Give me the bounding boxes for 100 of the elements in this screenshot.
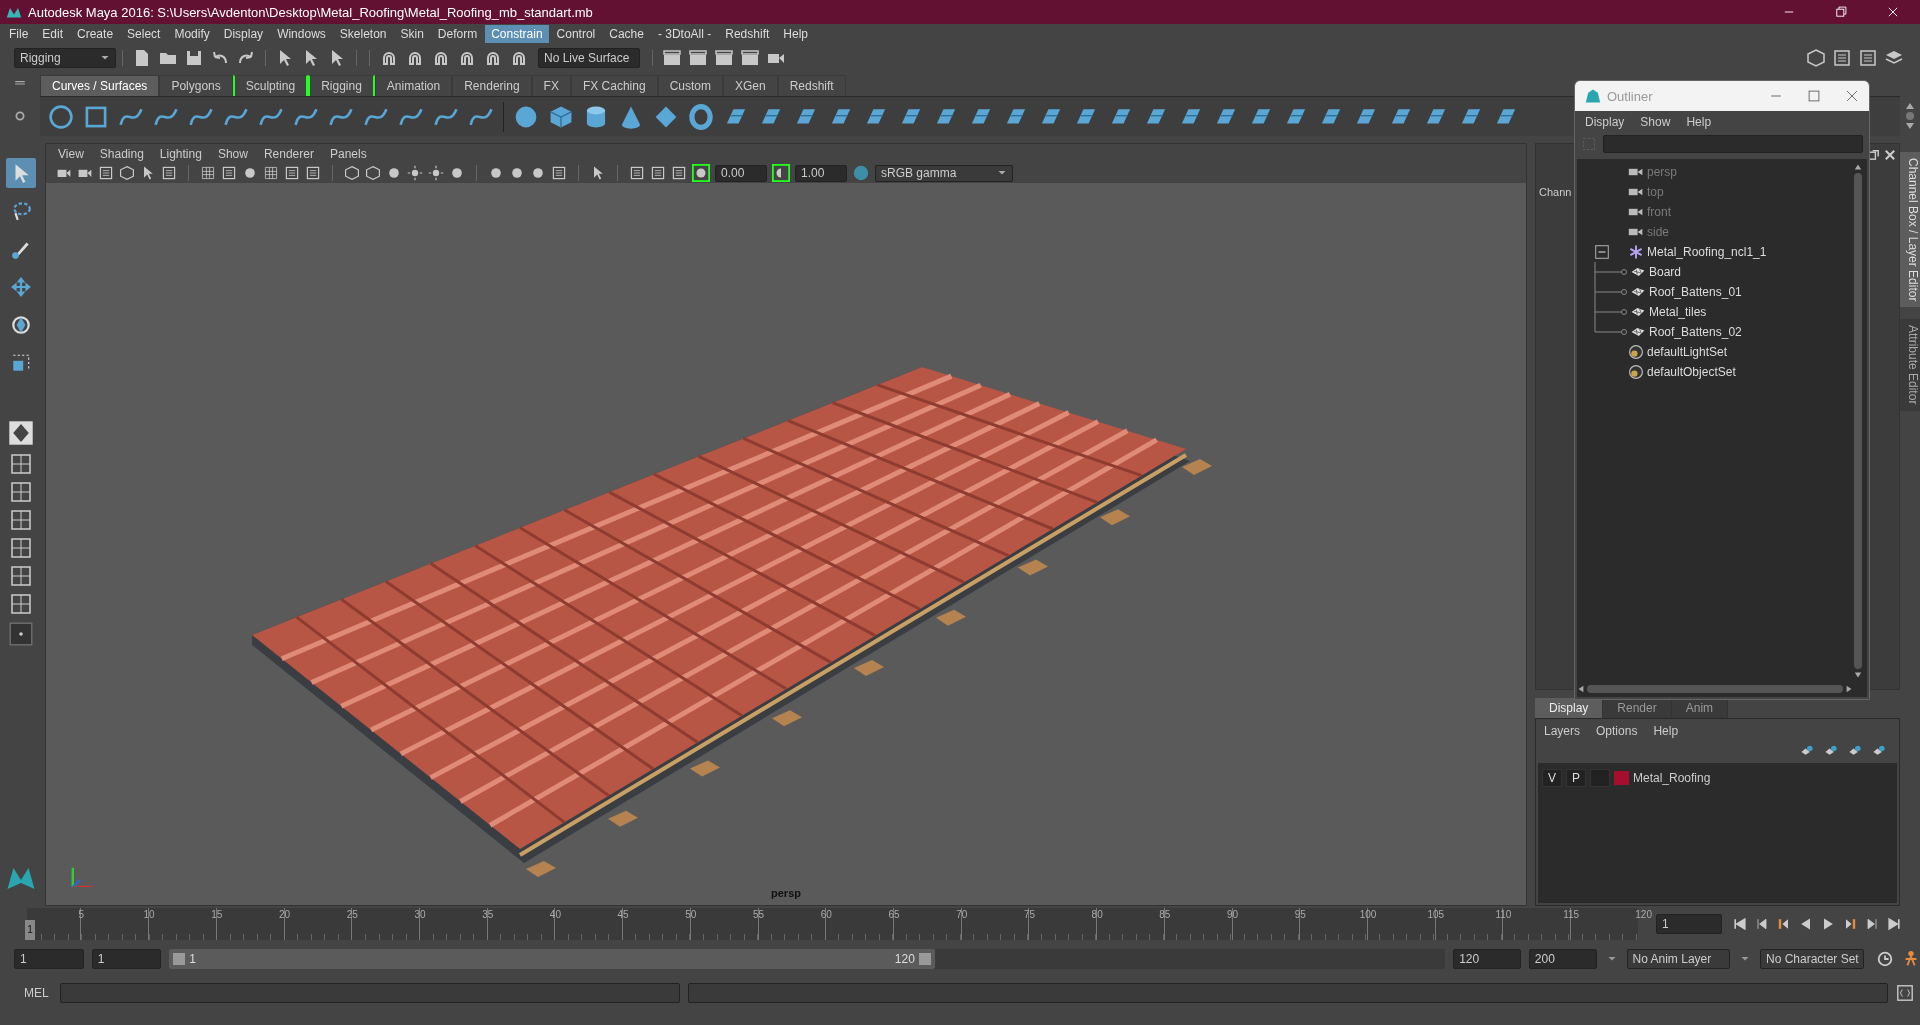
end-frame-field[interactable]: 200 — [1528, 949, 1597, 969]
panel-icon[interactable] — [284, 165, 300, 181]
character-set-dropdown[interactable]: No Character Set — [1760, 949, 1864, 969]
exposure-icon[interactable] — [692, 164, 710, 182]
cube-icon[interactable] — [119, 165, 135, 181]
shelf-tab[interactable]: Custom — [657, 75, 723, 96]
sphere-icon[interactable] — [449, 165, 465, 181]
viewport-menu[interactable]: Shading — [99, 146, 144, 161]
restore-icon[interactable] — [1834, 5, 1848, 19]
panel-icon[interactable] — [671, 165, 687, 181]
panel-icon[interactable] — [629, 165, 645, 181]
shelf-tab[interactable]: FX Caching — [570, 75, 658, 96]
panel-icon[interactable] — [650, 165, 666, 181]
clapboard-icon[interactable] — [662, 48, 682, 68]
shelf-tab[interactable]: Animation — [374, 75, 453, 96]
panel-icon[interactable] — [161, 165, 177, 181]
save-icon[interactable] — [184, 48, 204, 68]
playback-toggle[interactable]: P — [1566, 769, 1586, 787]
sphere-icon[interactable] — [530, 165, 546, 181]
panel-icon[interactable] — [98, 165, 114, 181]
clapboard-icon[interactable] — [714, 48, 734, 68]
layout-icon[interactable] — [9, 594, 33, 614]
grid-icon[interactable] — [200, 165, 216, 181]
menu-item[interactable]: Create — [71, 25, 120, 43]
shelf-tab[interactable]: Redshift — [777, 75, 846, 96]
item-label[interactable]: Roof_Battens_01 — [1649, 285, 1742, 299]
step-back-icon[interactable] — [1754, 916, 1770, 932]
layer-menu[interactable]: Help — [1653, 724, 1679, 738]
menu-item[interactable]: Select — [121, 25, 167, 43]
item-label[interactable]: Roof_Battens_02 — [1649, 325, 1742, 339]
exposure-field[interactable]: 0.00 — [715, 164, 767, 182]
shelf-tab[interactable]: Rigging — [308, 75, 375, 96]
scroll-arrows-icon[interactable] — [1904, 101, 1916, 131]
command-input-field[interactable] — [60, 983, 680, 1003]
shelf-tab[interactable]: FX — [531, 75, 571, 96]
start-frame-field[interactable]: 1 — [14, 949, 84, 969]
menu-item[interactable]: Deform — [431, 25, 484, 43]
live-surface-field[interactable]: No Live Surface — [538, 48, 640, 68]
circle-icon[interactable] — [48, 103, 74, 130]
slider-handle[interactable] — [173, 953, 186, 965]
sphere-icon[interactable] — [488, 165, 504, 181]
mode-dropdown[interactable]: Rigging — [14, 48, 116, 68]
shelf-tab[interactable]: Curves / Surfaces — [40, 75, 160, 96]
skip-to-end-icon[interactable] — [1886, 916, 1902, 932]
item-label[interactable]: Board — [1649, 265, 1682, 279]
item-label[interactable]: defaultLightSet — [1647, 345, 1728, 359]
float-icon[interactable] — [1867, 148, 1881, 162]
layer-color-swatch[interactable] — [1614, 771, 1629, 785]
menu-item[interactable]: - 3DtoAll - — [651, 25, 718, 43]
shelf-tab[interactable]: XGen — [722, 75, 778, 96]
light-icon[interactable] — [407, 165, 423, 181]
menu-item[interactable]: Control — [550, 25, 602, 43]
settings-icon[interactable] — [14, 110, 26, 122]
viewport-menu[interactable]: View — [58, 146, 84, 161]
panel-icon[interactable] — [221, 165, 237, 181]
menu-item[interactable]: Windows — [271, 25, 332, 43]
viewport-menu[interactable]: Renderer — [263, 146, 314, 161]
collapse-icon[interactable] — [1595, 245, 1609, 259]
shelf-tab[interactable]: Rendering — [452, 75, 532, 96]
clapboard-icon[interactable] — [688, 48, 708, 68]
gamma-field[interactable]: 1.00 — [795, 164, 847, 182]
search-field[interactable] — [1603, 135, 1863, 153]
range-slider[interactable]: 1 120 — [169, 949, 1446, 969]
horizontal-scrollbar[interactable] — [1577, 683, 1853, 695]
menu-item[interactable]: Display — [217, 25, 270, 43]
layer-editor-tab[interactable]: Render — [1603, 698, 1672, 718]
viewport-menu[interactable]: Show — [217, 146, 248, 161]
close-icon[interactable] — [1845, 89, 1859, 103]
layer-menu[interactable]: Options — [1596, 724, 1638, 738]
playback-start-field[interactable]: 1 — [91, 949, 162, 969]
layer-name[interactable]: Metal_Roofing — [1633, 771, 1711, 785]
item-label[interactable]: Metal_Roofing_ncl1_1 — [1647, 245, 1767, 259]
outliner-menu[interactable]: Display — [1585, 115, 1625, 129]
layout-icon[interactable] — [9, 538, 33, 558]
layout-icon[interactable] — [9, 482, 33, 502]
cube-icon[interactable] — [365, 165, 381, 181]
right-arrow-icon[interactable] — [1845, 684, 1853, 694]
menu-item[interactable]: Redshift — [719, 25, 776, 43]
menu-item[interactable]: File — [3, 25, 35, 43]
panel-icon[interactable] — [551, 165, 567, 181]
menu-item[interactable]: Help — [777, 25, 814, 43]
menu-item[interactable]: Cache — [603, 25, 650, 43]
shelf-tab[interactable]: Sculpting — [232, 75, 309, 96]
panel-icon[interactable] — [305, 165, 321, 181]
up-arrow-icon[interactable] — [1853, 163, 1863, 171]
viewport-menu[interactable]: Lighting — [159, 146, 202, 161]
command-language-label[interactable]: MEL — [24, 986, 52, 1000]
viewport-menu[interactable]: Panels — [329, 146, 367, 161]
shelf-tab[interactable]: Polygons — [159, 75, 233, 96]
layout-icon[interactable] — [9, 454, 33, 474]
visibility-toggle[interactable]: V — [1542, 769, 1562, 787]
layer-editor-tab[interactable]: Display — [1535, 698, 1604, 718]
outliner-menu[interactable]: Help — [1686, 115, 1712, 129]
sphere-icon[interactable] — [242, 165, 258, 181]
outliner-menu[interactable]: Show — [1640, 115, 1671, 129]
close-icon[interactable] — [1886, 5, 1900, 19]
item-label[interactable]: Metal_tiles — [1649, 305, 1707, 319]
menu-item[interactable]: Skin — [394, 25, 430, 43]
cube-icon[interactable] — [344, 165, 360, 181]
layout-icon[interactable] — [9, 566, 33, 586]
